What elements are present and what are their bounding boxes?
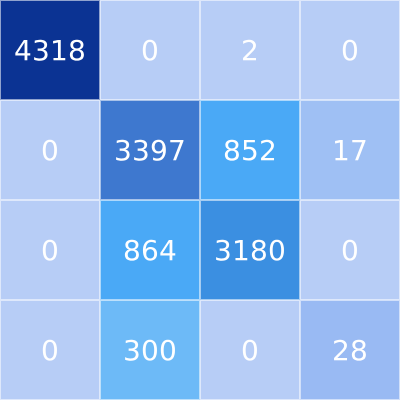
heatmap-cell: 852	[200, 100, 300, 200]
heatmap-cell: 864	[100, 200, 200, 300]
heatmap-chart: 4318 0 2 0 0 3397 852 17 0 864 3180 0 0 300 0 28	[0, 0, 400, 400]
heatmap-cell: 0	[0, 100, 100, 200]
heatmap-cell: 0	[0, 300, 100, 400]
heatmap-cell: 3180	[200, 200, 300, 300]
heatmap-cell: 2	[200, 0, 300, 100]
heatmap-cell: 3397	[100, 100, 200, 200]
heatmap-cell: 0	[200, 300, 300, 400]
heatmap-cell: 4318	[0, 0, 100, 100]
heatmap-cell: 0	[100, 0, 200, 100]
heatmap-cell: 17	[300, 100, 400, 200]
heatmap-cell: 28	[300, 300, 400, 400]
heatmap-cell: 0	[300, 200, 400, 300]
heatmap-cell: 0	[0, 200, 100, 300]
heatmap-cell: 0	[300, 0, 400, 100]
heatmap-cell: 300	[100, 300, 200, 400]
